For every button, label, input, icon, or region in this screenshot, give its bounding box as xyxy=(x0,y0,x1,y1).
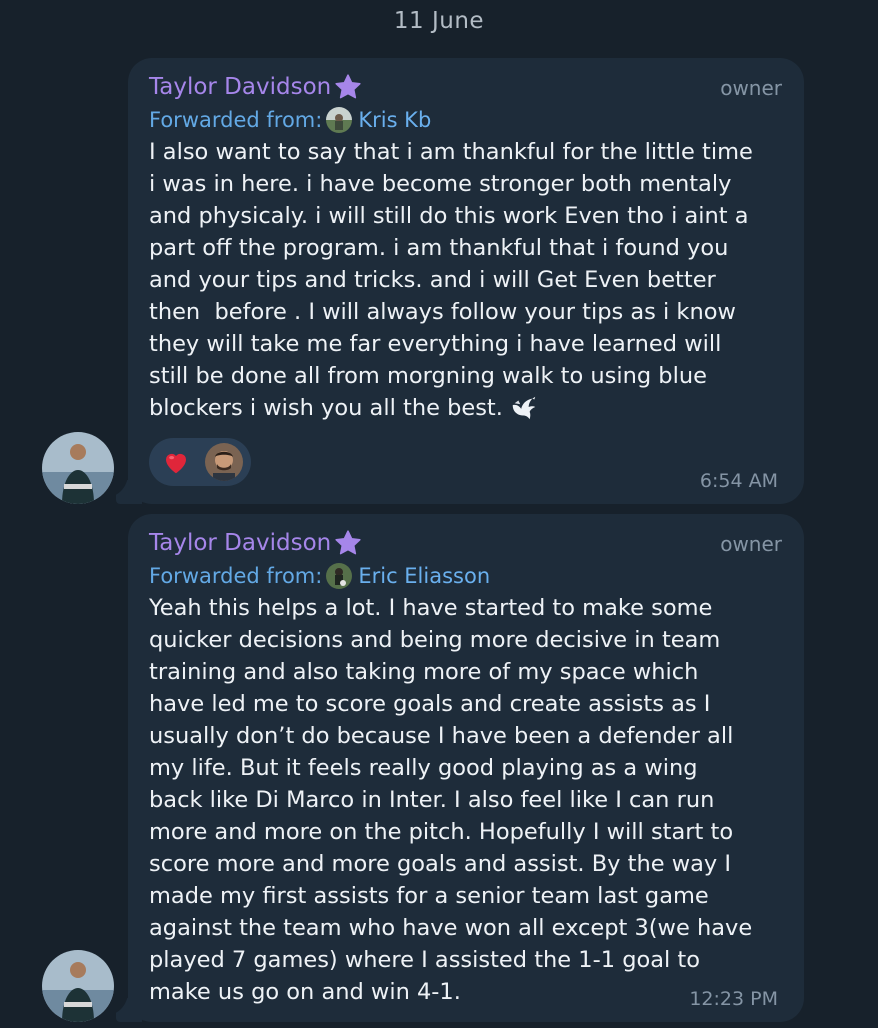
text-line: Yeah this helps a lot. I have started to… xyxy=(149,595,713,621)
reactions-bar[interactable] xyxy=(149,438,251,486)
text-line: i was in here. i have become stronger bo… xyxy=(149,171,732,197)
text-line: make us go on and win 4-1. xyxy=(149,979,461,1005)
sender-name-label: Taylor Davidson xyxy=(149,74,332,100)
forwarded-from-name: Kris Kb xyxy=(358,108,432,132)
role-badge: owner xyxy=(720,76,782,100)
text-line: they will take me far everything i have … xyxy=(149,331,722,357)
heart-icon[interactable] xyxy=(161,447,191,477)
message-text: Yeah this helps a lot. I have started to… xyxy=(149,592,782,1008)
reactor-avatar[interactable] xyxy=(205,443,243,481)
text-line: played 7 games) where I assisted the 1-1… xyxy=(149,947,701,973)
forwarded-label: Forwarded from: xyxy=(149,564,323,588)
bubble-tail xyxy=(116,480,142,504)
sender-name[interactable]: Taylor Davidson xyxy=(149,72,363,102)
text-line: score more and more goals and assist. By… xyxy=(149,851,732,877)
text-line: against the team who have won all except… xyxy=(149,915,753,941)
text-line: and physicaly. i will still do this work… xyxy=(149,203,749,229)
sender-name[interactable]: Taylor Davidson xyxy=(149,528,363,558)
avatar[interactable] xyxy=(42,432,114,504)
text-line: part off the program. i am thankful that… xyxy=(149,235,729,261)
message-bubble[interactable]: Taylor Davidson owner Forwarded from: Kr… xyxy=(116,58,804,504)
avatar[interactable] xyxy=(42,950,114,1022)
forwarded-avatar xyxy=(326,563,353,589)
message-text: I also want to say that i am thankful fo… xyxy=(149,136,782,424)
text-line: still be done all from morgning walk to … xyxy=(149,363,707,389)
dove-icon xyxy=(512,396,536,420)
premium-star-icon xyxy=(335,74,361,99)
text-line: have led me to score goals and create as… xyxy=(149,691,711,717)
role-badge: owner xyxy=(720,532,782,556)
text-line: back like Di Marco in Inter. I also feel… xyxy=(149,787,715,813)
text-line: made my first assists for a senior team … xyxy=(149,883,709,909)
message-time: 6:54 AM xyxy=(699,470,778,492)
forwarded-avatar xyxy=(326,107,353,133)
premium-star-icon xyxy=(335,530,361,555)
text-line: and your tips and tricks. and i will Get… xyxy=(149,267,716,293)
message-time: 12:23 PM xyxy=(689,988,778,1010)
message-bubble[interactable]: Taylor Davidson owner Forwarded from: Er… xyxy=(116,514,804,1022)
sender-name-label: Taylor Davidson xyxy=(149,530,332,556)
forwarded-from[interactable]: Forwarded from: Eric Eliasson xyxy=(149,560,782,592)
forwarded-from[interactable]: Forwarded from: Kris Kb xyxy=(149,104,782,136)
forwarded-label: Forwarded from: xyxy=(149,108,323,132)
text-line: I also want to say that i am thankful fo… xyxy=(149,139,753,165)
text-line: then before . I will always follow your … xyxy=(149,299,736,325)
bubble-tail xyxy=(116,998,142,1022)
text-line: more and more on the pitch. Hopefully I … xyxy=(149,819,734,845)
forwarded-from-name: Eric Eliasson xyxy=(358,564,491,588)
text-line: my life. But it feels really good playin… xyxy=(149,755,698,781)
text-line: training and also taking more of my spac… xyxy=(149,659,699,685)
date-separator: 11 June xyxy=(393,8,485,34)
text-line: blockers i wish you all the best. xyxy=(149,395,503,421)
text-line: usually don’t do because I have been a d… xyxy=(149,723,734,749)
text-line: quicker decisions and being more decisiv… xyxy=(149,627,721,653)
